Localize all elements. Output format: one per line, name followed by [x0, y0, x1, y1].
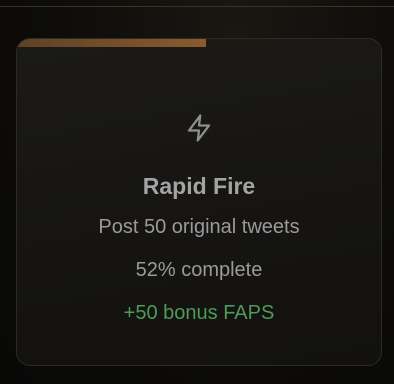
achievement-card[interactable]: Rapid Fire Post 50 original tweets 52% c… [16, 38, 382, 366]
lightning-bolt-icon [187, 114, 211, 142]
achievement-icon-container [17, 113, 381, 143]
achievement-reward: +50 bonus FAPS [123, 302, 275, 324]
progress-bar-fill [17, 39, 207, 47]
achievement-progress-text: 52% complete [135, 259, 263, 281]
achievement-description: Post 50 original tweets [98, 216, 300, 238]
top-divider [0, 6, 394, 7]
achievement-title: Rapid Fire [142, 173, 256, 199]
progress-bar [17, 39, 381, 47]
